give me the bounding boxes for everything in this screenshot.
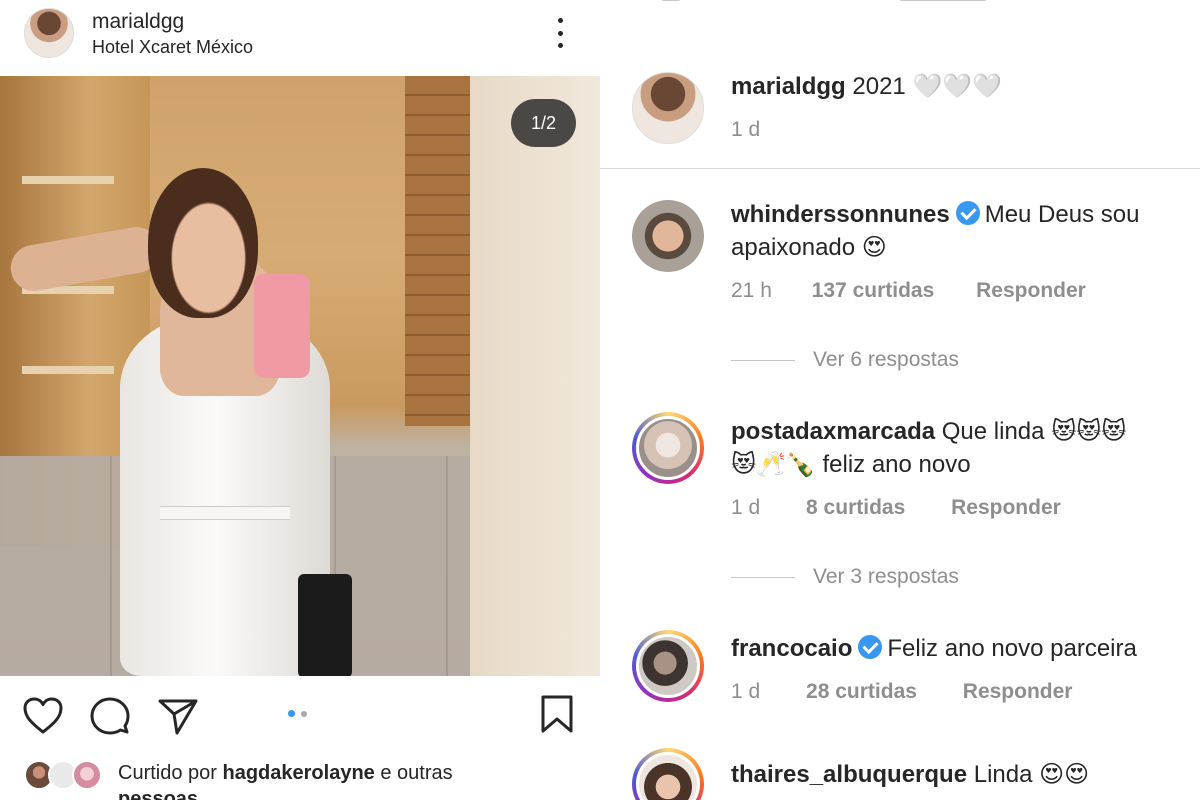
comment-emoji: 😍 [861, 233, 887, 261]
comment-time: 1 d [731, 496, 761, 519]
liked-by-others-overflow[interactable]: pessoas [118, 788, 198, 800]
comment-body: Linda [973, 761, 1033, 788]
liked-by-text: Curtido por hagdakerolayne e outras pess… [118, 762, 453, 800]
comment-icon[interactable] [90, 696, 130, 736]
verified-badge-icon [955, 201, 980, 225]
post-author-username[interactable]: marialdgg [92, 10, 184, 34]
carousel-dot-active [288, 710, 295, 717]
carousel-counter-badge: 1/2 [511, 99, 576, 147]
view-replies-label: Ver 3 respostas [813, 565, 959, 588]
caption-emoji: 🤍🤍🤍 [912, 72, 1003, 100]
share-icon[interactable] [157, 696, 199, 736]
bookmark-icon[interactable] [540, 694, 574, 734]
comment-time: 21 h [731, 279, 772, 302]
comment-body-line2: apaixonado [731, 234, 856, 261]
view-replies-button[interactable]: Ver 3 respostas [731, 565, 959, 589]
view-replies-label: Ver 6 respostas [813, 348, 959, 371]
cropped-header-edge [660, 0, 990, 4]
liked-by-row[interactable]: Curtido por hagdakerolayne e outras pess… [24, 760, 584, 800]
view-replies-button[interactable]: Ver 6 respostas [731, 348, 959, 372]
comment-avatar[interactable] [632, 748, 704, 800]
comment-body: Feliz ano novo parceira [887, 635, 1137, 662]
comment-body: Meu Deus sou [984, 201, 1140, 228]
comments-panel: marialdgg 2021 🤍🤍🤍 1 d whinderssonnunes M… [600, 0, 1200, 800]
liked-by-user[interactable]: hagdakerolayne [223, 762, 375, 784]
heart-icon[interactable] [22, 696, 64, 736]
caption-meta: 1 d [731, 118, 760, 142]
comment-text: postadaxmarcada Que linda 😻😻😻 😻🥂🍾 feliz … [731, 415, 1196, 481]
post-header: marialdgg Hotel Xcaret México [0, 0, 600, 74]
comment-time: 1 d [731, 680, 761, 703]
comment-likes[interactable]: 28 curtidas [806, 680, 917, 704]
comment-likes[interactable]: 137 curtidas [812, 279, 935, 303]
comment-text: francocaio Feliz ano novo parceira [731, 632, 1196, 665]
comment-username[interactable]: thaires_albuquerque [731, 761, 967, 788]
comment-avatar[interactable] [632, 412, 704, 484]
liked-by-suffix: e outras [380, 762, 453, 784]
comment-username[interactable]: postadaxmarcada [731, 418, 935, 445]
post-photo[interactable] [0, 76, 600, 676]
comment-username[interactable]: francocaio [731, 635, 852, 662]
comment-text: whinderssonnunes Meu Deus sou apaixonado … [731, 198, 1196, 264]
reply-button[interactable]: Responder [963, 680, 1073, 704]
post-panel: marialdgg Hotel Xcaret México 1/2 Curtid… [0, 0, 600, 800]
comment-likes[interactable]: 8 curtidas [806, 496, 905, 520]
caption-author-avatar[interactable] [632, 72, 704, 144]
comment-avatar[interactable] [632, 630, 704, 702]
caption-divider [600, 168, 1200, 169]
caption-text: marialdgg 2021 🤍🤍🤍 [731, 70, 1196, 103]
reply-button[interactable]: Responder [951, 496, 1061, 520]
comment-text: thaires_albuquerque Linda 😍😍 [731, 758, 1196, 791]
liker-avatar [72, 760, 102, 790]
comment-emoji: 😻😻😻 [1051, 417, 1127, 445]
comment-emoji: 😍😍 [1039, 760, 1090, 788]
comment-meta: 1 d 8 curtidas Responder [731, 496, 1061, 520]
caption-time: 1 d [731, 118, 761, 141]
verified-badge-icon [858, 635, 883, 659]
post-author-avatar[interactable] [24, 8, 74, 58]
more-icon[interactable] [548, 18, 572, 48]
comment-body-line2: feliz ano novo [822, 451, 971, 478]
comment-avatar[interactable] [632, 200, 704, 272]
comment-meta: 1 d 28 curtidas Responder [731, 680, 1072, 704]
comment-emoji-line2: 😻🥂🍾 [731, 450, 816, 478]
comment-meta: 21 h 137 curtidas Responder [731, 279, 1086, 303]
post-location[interactable]: Hotel Xcaret México [92, 37, 253, 58]
carousel-indicator [288, 710, 312, 718]
carousel-dot [301, 711, 307, 717]
caption-body: 2021 [852, 73, 906, 100]
reply-button[interactable]: Responder [976, 279, 1086, 303]
caption-username[interactable]: marialdgg [731, 73, 846, 100]
comment-username[interactable]: whinderssonnunes [731, 201, 950, 228]
liked-by-prefix: Curtido por [118, 762, 217, 784]
comment-body: Que linda [941, 418, 1045, 445]
